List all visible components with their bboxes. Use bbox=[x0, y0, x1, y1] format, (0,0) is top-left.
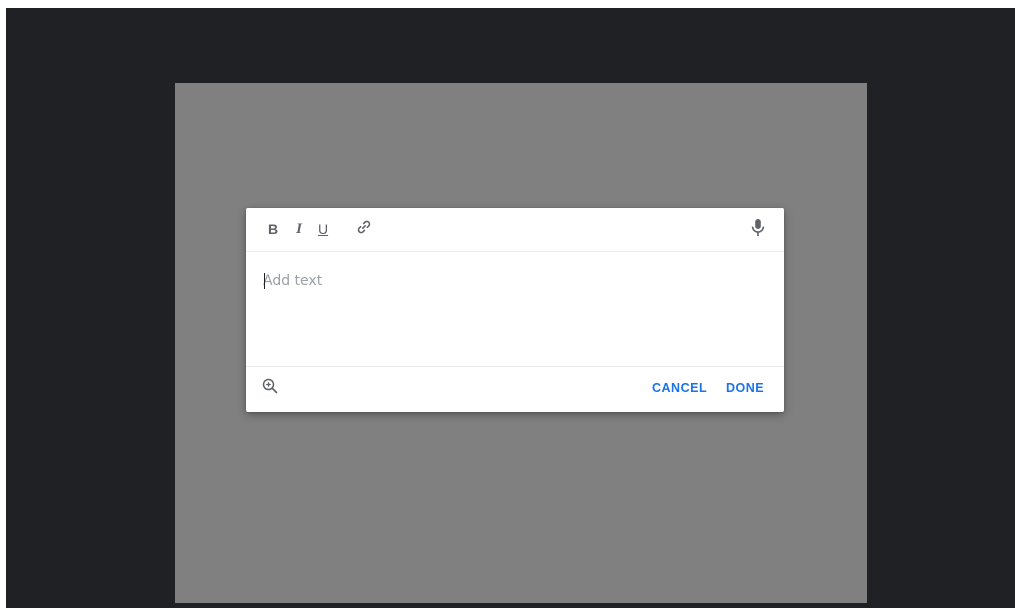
italic-button[interactable]: I bbox=[289, 219, 309, 239]
insert-link-button[interactable] bbox=[354, 219, 374, 239]
italic-icon: I bbox=[296, 220, 302, 237]
add-text-dialog: B I U Add text CANCEL DONE bbox=[246, 208, 784, 412]
text-cursor bbox=[264, 273, 265, 289]
dialog-footer: CANCEL DONE bbox=[246, 367, 784, 412]
microphone-icon bbox=[751, 218, 765, 243]
zoom-in-icon bbox=[261, 377, 279, 400]
bold-icon: B bbox=[267, 221, 279, 237]
underline-button[interactable]: U bbox=[313, 219, 333, 239]
cancel-button[interactable]: CANCEL bbox=[652, 381, 707, 395]
zoom-in-button[interactable] bbox=[260, 378, 280, 398]
bold-button[interactable]: B bbox=[263, 219, 283, 239]
add-text-input[interactable] bbox=[263, 270, 767, 292]
formatting-toolbar: B I U bbox=[246, 208, 784, 252]
app-frame: B I U Add text CANCEL DONE bbox=[6, 8, 1015, 608]
underline-icon: U bbox=[317, 221, 329, 237]
link-icon bbox=[356, 219, 372, 240]
done-button[interactable]: DONE bbox=[726, 381, 764, 395]
voice-input-button[interactable] bbox=[748, 218, 768, 243]
